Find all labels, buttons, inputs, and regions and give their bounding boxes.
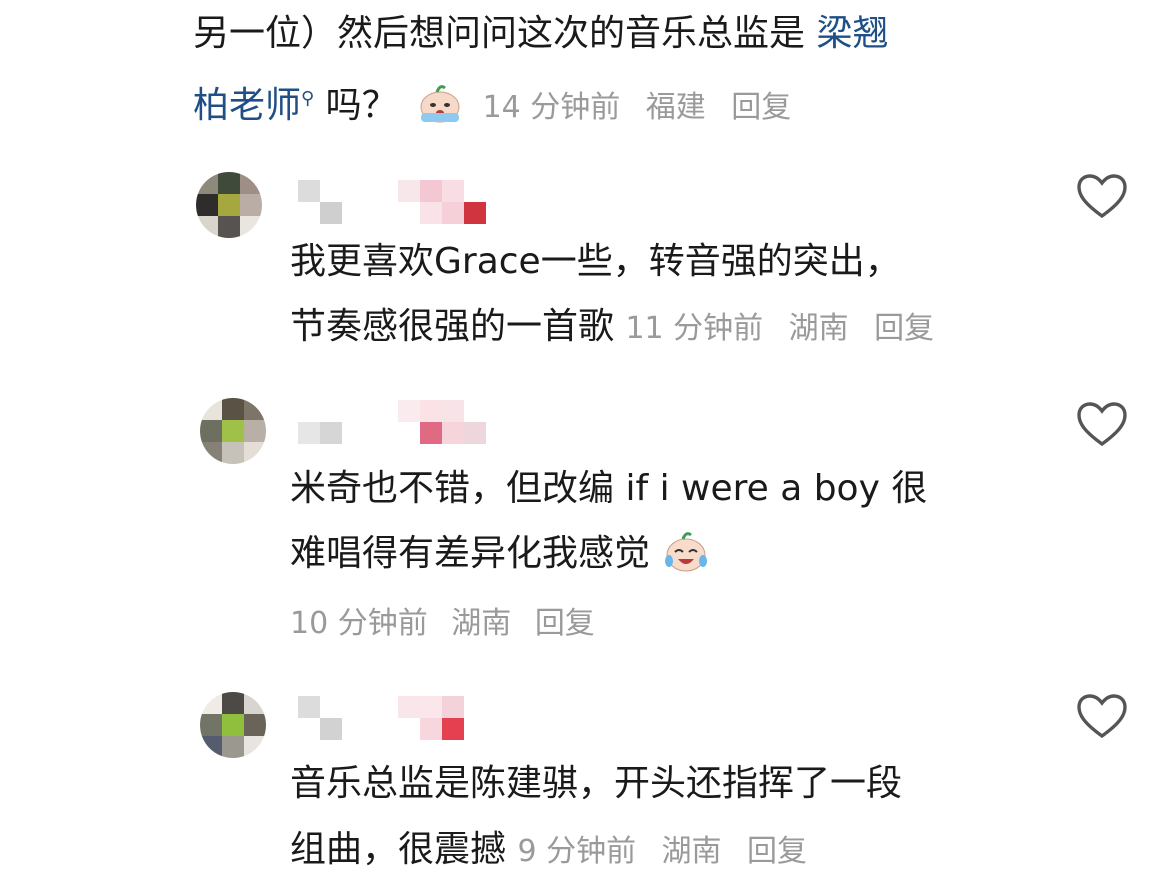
username-blurred[interactable] [298, 400, 528, 444]
top-comment-line-2: 柏老师⚲ 吗？ 14 分钟前 福建 回复 [193, 77, 791, 130]
username-blurred[interactable] [298, 696, 528, 740]
comment-time: 14 分钟前 [482, 90, 621, 125]
comment-text: 吗？ [325, 85, 398, 126]
username-blurred[interactable] [298, 180, 528, 224]
comment-line-1: 米奇也不错，但改编 if i were a boy 很 [290, 468, 928, 509]
comment-line-2: 组曲，很震撼 9 分钟前 湖南 回复 [290, 828, 807, 874]
comment-location: 福建 [645, 90, 706, 125]
reply-button[interactable]: 回复 [535, 606, 595, 641]
search-icon[interactable]: ⚲ [301, 88, 314, 109]
crying-face-icon [420, 85, 460, 123]
comment-text: 节奏感很强的一首歌 [290, 306, 615, 347]
comment-location: 湖南 [661, 834, 722, 869]
comment-time: 9 分钟前 [517, 834, 637, 869]
mention-link[interactable]: 柏老师 [193, 85, 301, 126]
comment-line-1: 我更喜欢Grace一些，转音强的突出， [290, 241, 901, 282]
like-heart-icon[interactable] [1076, 402, 1128, 448]
reply-button[interactable]: 回复 [874, 311, 934, 346]
comment-text: 难唱得有差异化我感觉 [290, 533, 651, 574]
reply-button[interactable]: 回复 [747, 834, 807, 869]
comment-text: 组曲，很震撼 [290, 829, 507, 870]
comment-time: 10 分钟前 [290, 606, 428, 641]
comment-line-1: 音乐总监是陈建骐，开头还指挥了一段 [290, 763, 903, 804]
like-heart-icon[interactable] [1076, 694, 1128, 740]
avatar[interactable] [200, 398, 266, 464]
laughing-crying-face-icon [665, 532, 708, 572]
top-comment-line-1: 另一位）然后想问问这次的音乐总监是 梁翘 [193, 12, 888, 56]
avatar[interactable] [200, 692, 266, 758]
like-heart-icon[interactable] [1076, 174, 1128, 220]
comment-line-2: 难唱得有差异化我感觉 [290, 531, 717, 576]
mention-link[interactable]: 梁翘 [816, 13, 888, 54]
comment-line-2: 节奏感很强的一首歌 11 分钟前 湖南 回复 [290, 305, 934, 351]
comment-time: 11 分钟前 [625, 311, 764, 346]
comment-location: 湖南 [788, 311, 849, 346]
comment-meta: 10 分钟前 湖南 回复 [290, 602, 595, 646]
comment-text: 另一位）然后想问问这次的音乐总监是 [193, 13, 806, 54]
reply-button[interactable]: 回复 [731, 90, 791, 125]
avatar[interactable] [196, 172, 262, 238]
comment-location: 湖南 [451, 606, 512, 641]
